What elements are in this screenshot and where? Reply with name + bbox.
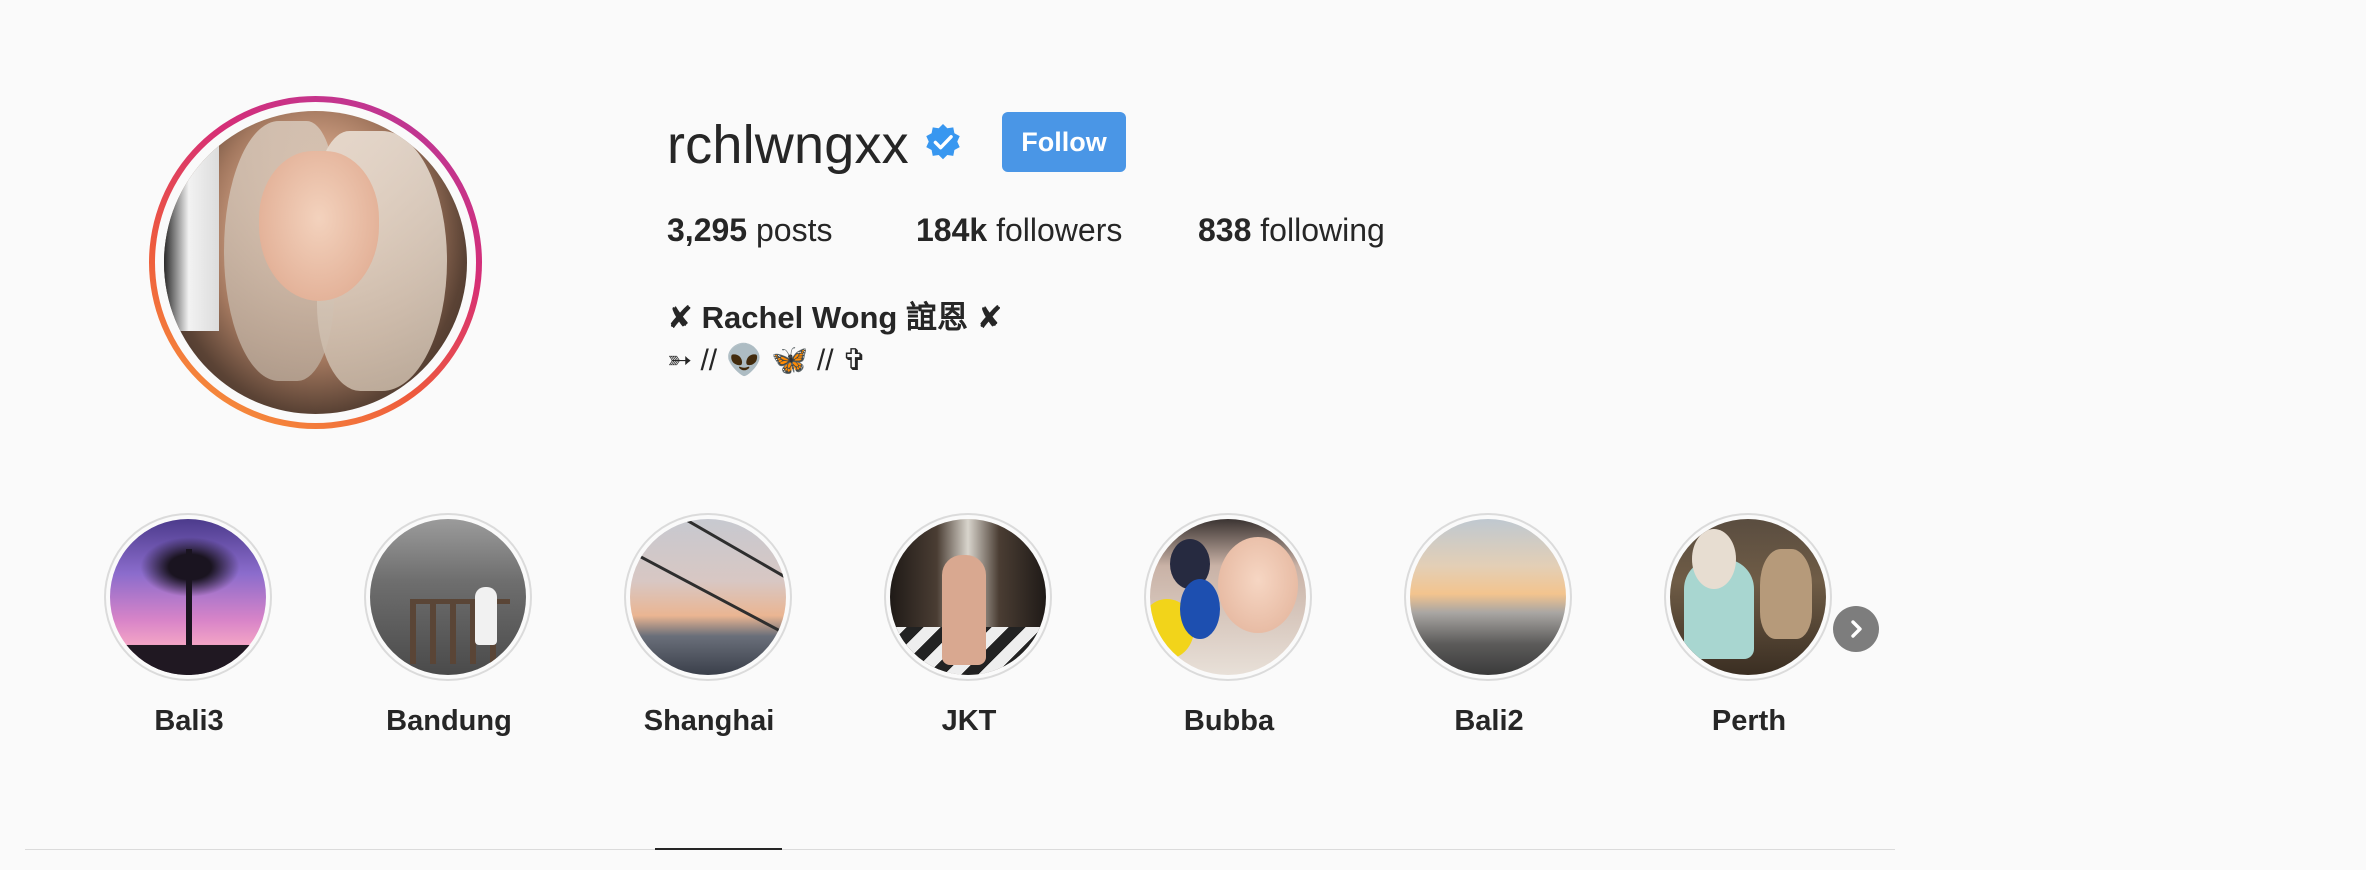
avatar-background xyxy=(164,111,219,331)
highlight-item[interactable]: Shanghai xyxy=(624,513,794,738)
stat-following[interactable]: 838 following xyxy=(1198,212,1385,249)
person xyxy=(475,587,497,645)
stat-posts[interactable]: 3,295 posts xyxy=(667,212,832,249)
full-name: ✘ Rachel Wong 誼恩 ✘ xyxy=(667,300,1003,335)
highlight-item[interactable]: JKT xyxy=(884,513,1054,738)
followers-count: 184k xyxy=(916,212,988,248)
kangaroo xyxy=(1760,549,1812,639)
avatar[interactable] xyxy=(164,111,467,414)
highlight-ring xyxy=(1664,513,1832,681)
highlight-label: Perth xyxy=(1711,705,1787,737)
highlight-cover xyxy=(1150,519,1306,675)
toy xyxy=(1180,579,1220,639)
highlight-item[interactable]: Bali2 xyxy=(1404,513,1574,738)
highlight-cover xyxy=(890,519,1046,675)
profile-page: rchlwngxx Follow 3,295 posts 184k follow… xyxy=(0,0,2366,870)
highlight-ring xyxy=(884,513,1052,681)
highlight-item[interactable]: Bandung xyxy=(364,513,534,738)
person xyxy=(942,555,986,665)
ground xyxy=(110,645,266,675)
cable xyxy=(669,519,786,612)
highlight-cover xyxy=(1670,519,1826,675)
chevron-right-icon xyxy=(1851,620,1862,638)
highlight-cover xyxy=(370,519,526,675)
highlight-ring xyxy=(1404,513,1572,681)
highlight-ring xyxy=(1144,513,1312,681)
highlight-label: Bali3 xyxy=(154,705,224,737)
avatar-face xyxy=(259,151,379,301)
stat-followers[interactable]: 184k followers xyxy=(916,212,1122,249)
avatar-gap xyxy=(155,102,476,423)
cable xyxy=(630,539,786,646)
posts-label: posts xyxy=(755,212,833,248)
bio-text: ➳ // 👽 🦋 // ✞ xyxy=(667,344,867,377)
username: rchlwngxx xyxy=(667,115,909,175)
following-count: 838 xyxy=(1198,212,1252,248)
followers-label: followers xyxy=(996,212,1123,248)
tabs-divider xyxy=(25,849,1895,850)
highlight-ring xyxy=(624,513,792,681)
baby-face xyxy=(1218,537,1298,633)
active-tab-indicator xyxy=(655,848,782,850)
highlight-label: Bubba xyxy=(1183,705,1275,737)
follow-button[interactable]: Follow xyxy=(1002,112,1126,172)
following-label: following xyxy=(1260,212,1385,248)
highlight-label: Shanghai xyxy=(643,705,775,737)
person-hair xyxy=(1692,529,1736,589)
highlight-item[interactable]: Bubba xyxy=(1144,513,1314,738)
profile-avatar-story-ring[interactable] xyxy=(149,96,482,429)
posts-count: 3,295 xyxy=(667,212,748,248)
highlight-cover xyxy=(110,519,266,675)
highlight-cover xyxy=(1410,519,1566,675)
highlight-ring xyxy=(104,513,272,681)
highlight-ring xyxy=(364,513,532,681)
verified-badge-icon xyxy=(926,123,960,160)
highlight-cover xyxy=(630,519,786,675)
highlights-next-button[interactable] xyxy=(1833,606,1879,652)
highlight-label: Bandung xyxy=(386,705,512,737)
highlight-item[interactable]: Perth xyxy=(1664,513,1834,738)
highlight-label: JKT xyxy=(941,705,997,737)
highlight-label: Bali2 xyxy=(1454,705,1524,737)
highlight-item[interactable]: Bali3 xyxy=(104,513,274,738)
